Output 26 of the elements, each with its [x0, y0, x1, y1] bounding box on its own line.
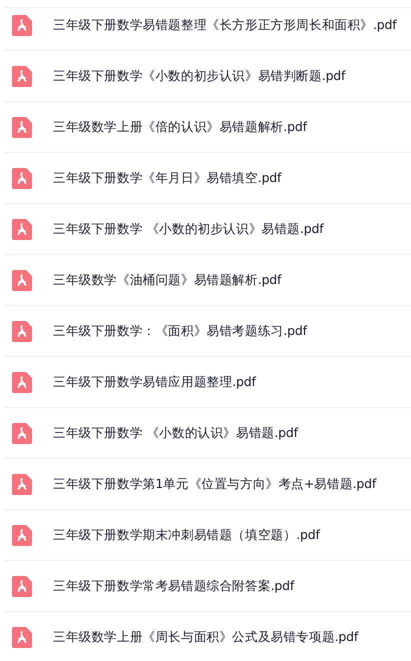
pdf-file-icon: [12, 66, 32, 86]
pdf-file-icon: [12, 270, 32, 290]
file-name[interactable]: 三年级下册数学常考易错题综合附答案.pdf: [53, 578, 294, 594]
pdf-file-icon: [12, 14, 32, 36]
pdf-file-icon: [12, 576, 32, 596]
file-name[interactable]: 三年级数学上册《周长与面积》公式及易错专项题.pdf: [53, 628, 358, 646]
pdf-file-icon: [12, 524, 32, 546]
pdf-file-icon: [12, 218, 32, 240]
file-name[interactable]: 三年级下册数学期末冲刺易错题（填空题）.pdf: [53, 526, 320, 544]
pdf-file-icon: [12, 474, 32, 494]
pdf-file-icon: [12, 168, 32, 188]
file-name[interactable]: 三年级下册数学易错应用题整理.pdf: [53, 374, 256, 390]
pdf-file-icon: [12, 372, 32, 392]
file-name[interactable]: 三年级数学上册《倍的认识》易错题解析.pdf: [53, 118, 307, 136]
file-name[interactable]: 三年级下册数学第1单元《位置与方向》考点+易错题.pdf: [53, 476, 376, 492]
file-name[interactable]: 三年级数学《油桶问题》易错题解析.pdf: [53, 272, 282, 288]
pdf-file-icon: [12, 422, 32, 444]
pdf-file-icon: [12, 626, 32, 648]
file-name[interactable]: 三年级下册数学：《面积》易错考题练习.pdf: [53, 322, 307, 340]
file-name[interactable]: 三年级下册数学 《小数的认识》易错题.pdf: [53, 424, 298, 442]
pdf-file-icon: [12, 320, 32, 342]
pdf-file-icon: [12, 116, 32, 138]
file-name[interactable]: 三年级下册数学 《小数的初步认识》易错题.pdf: [53, 220, 324, 238]
file-name[interactable]: 三年级下册数学《小数的初步认识》易错判断题.pdf: [53, 68, 346, 84]
file-name[interactable]: 三年级下册数学易错题整理《长方形正方形周长和面积》.pdf: [53, 16, 396, 34]
file-name[interactable]: 三年级下册数学《年月日》易错填空.pdf: [53, 170, 282, 186]
